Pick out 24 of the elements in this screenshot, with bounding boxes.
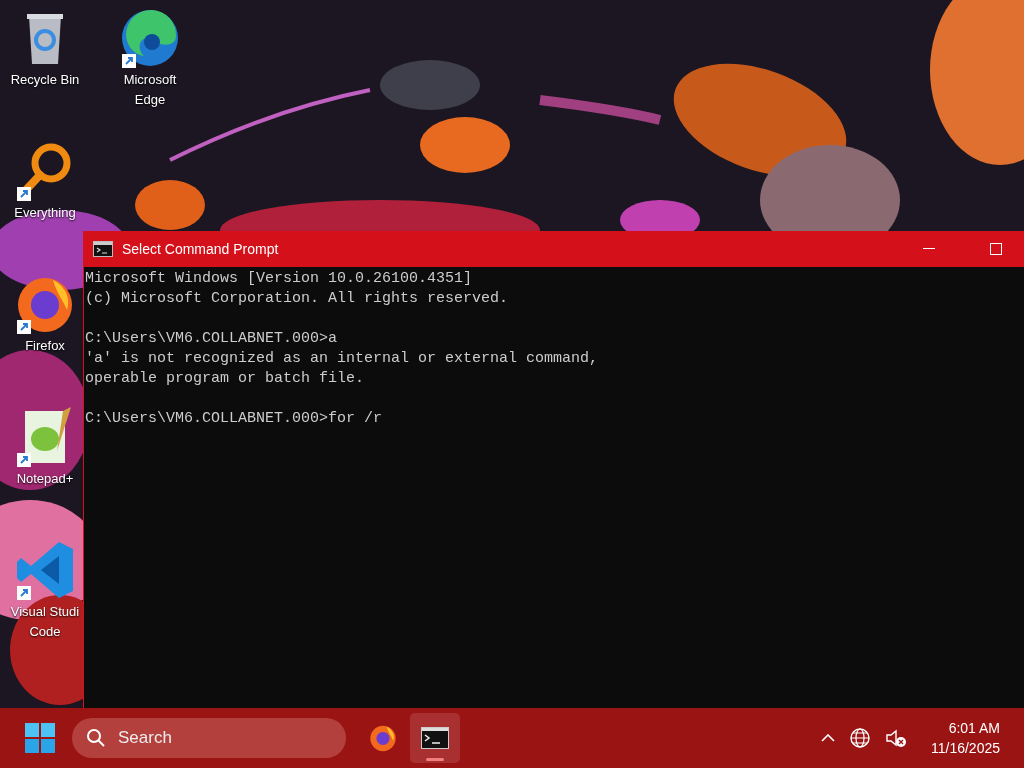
fox-browser-icon: [368, 723, 398, 753]
speaker-muted-icon[interactable]: [884, 728, 907, 748]
window-title: Select Command Prompt: [122, 241, 280, 257]
taskbar-app-button[interactable]: [410, 713, 460, 763]
active-indicator: [426, 758, 444, 761]
windows-logo-icon[interactable]: [24, 722, 56, 754]
terminal-icon: [421, 727, 449, 749]
maximize-icon: [990, 243, 1002, 255]
terminal-line: operable program or batch file.: [85, 369, 366, 389]
search-field[interactable]: Search: [116, 727, 320, 749]
search-icon: [86, 728, 106, 748]
search-bar[interactable]: Search: [72, 718, 346, 758]
desktop-icon-label[interactable]: Firefox: [25, 336, 65, 356]
globe-icon[interactable]: [848, 727, 871, 749]
clock-time[interactable]: 6:01 AM: [948, 718, 1000, 738]
terminal-line: Microsoft Windows [Version 10.0.26100.4351]: [85, 269, 474, 289]
terminal-line: 'a' is not recognized as an internal or external command,: [85, 349, 600, 369]
minimize-icon: [923, 248, 935, 250]
terminal-line: C:\Users\VM6.COLLABNET.000>for /r: [85, 409, 384, 429]
clock-date[interactable]: 11/16/2025: [930, 738, 1000, 758]
chevron-up-icon[interactable]: [820, 734, 835, 742]
terminal-line: C:\Users\VM6.COLLABNET.000>a: [85, 329, 339, 349]
terminal-line: (c) Microsoft Corporation. All rights reserved.: [85, 289, 510, 309]
terminal-icon: [93, 241, 113, 257]
